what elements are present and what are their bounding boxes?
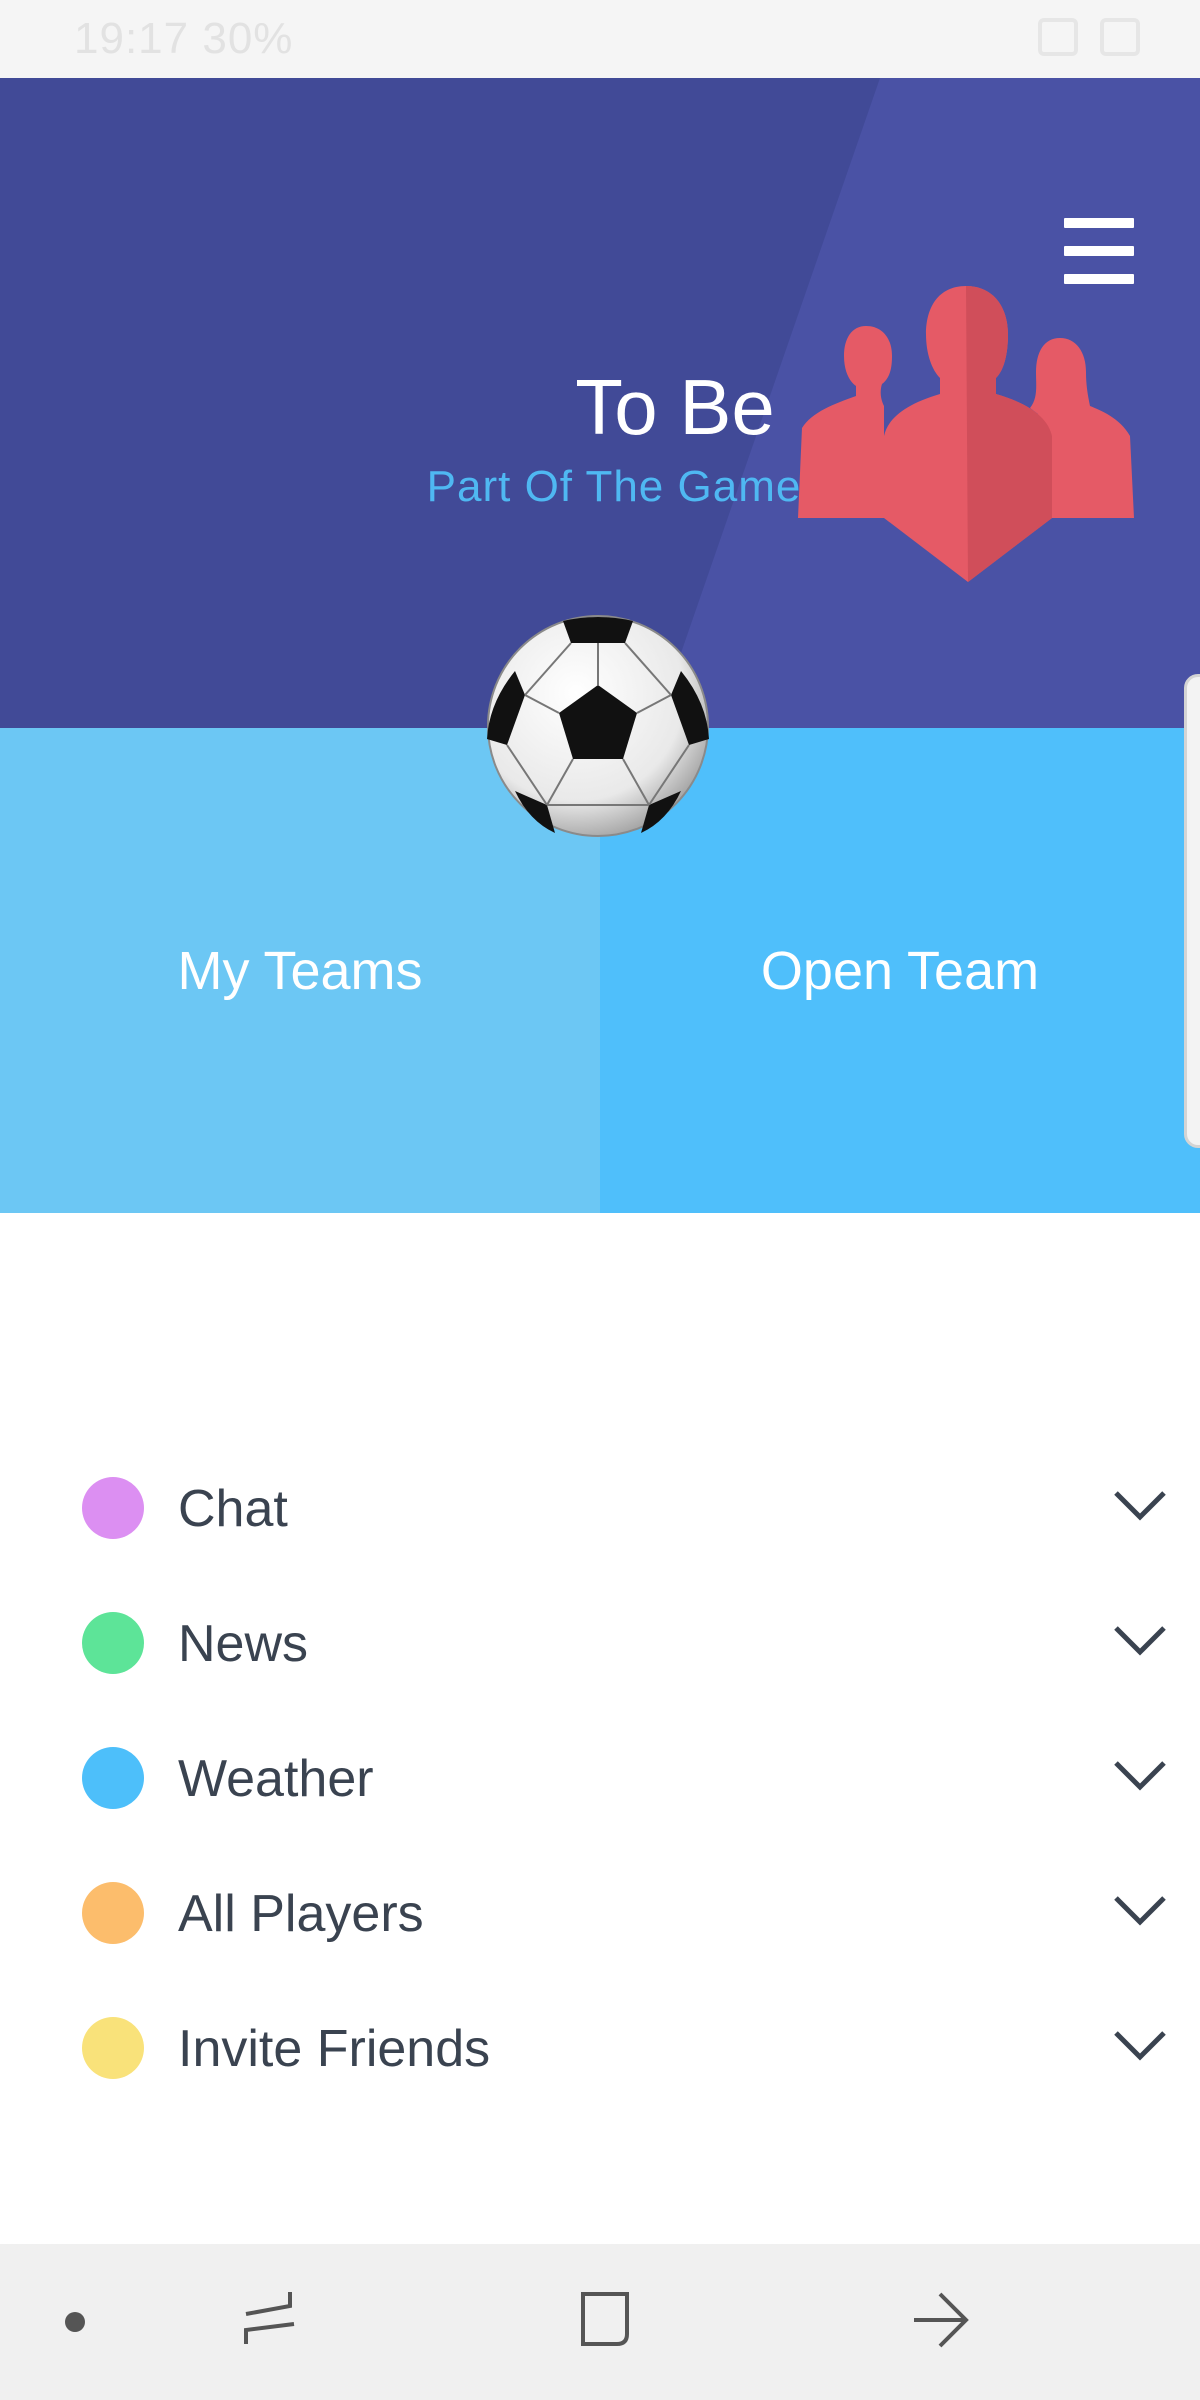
chevron-down-icon[interactable] [1112, 1759, 1168, 1791]
menu-item-news[interactable]: News [0, 1580, 1200, 1700]
menu-item-label: Invite Friends [178, 2020, 491, 2078]
my-teams-label: My Teams [177, 940, 423, 1001]
battery-percent: 30% [202, 14, 294, 63]
chevron-down-icon[interactable] [1112, 1489, 1168, 1521]
menu-item-all-players[interactable]: All Players [0, 1850, 1200, 1970]
status-icons [1038, 18, 1140, 56]
menu-item-label: News [178, 1615, 309, 1673]
chevron-down-icon[interactable] [1112, 1624, 1168, 1656]
soccer-ball-icon [487, 615, 709, 837]
status-time: 19:17 30% [74, 14, 294, 63]
open-team-label: Open Team [760, 940, 1040, 1001]
all-players-dot-icon [82, 1882, 144, 1944]
nav-dot-indicator [65, 2312, 85, 2332]
chevron-down-icon[interactable] [1112, 1894, 1168, 1926]
gallery-icon [1100, 18, 1140, 56]
edge-panel-handle[interactable] [1184, 674, 1200, 1148]
team-people-icon [798, 286, 1134, 582]
system-nav-bar [0, 2244, 1200, 2400]
menu-item-label: Chat [178, 1480, 288, 1538]
status-bar: 19:17 30% [0, 0, 1200, 78]
menu-item-label: Weather [178, 1750, 374, 1808]
chat-dot-icon [82, 1477, 144, 1539]
menu-item-label: All Players [178, 1885, 424, 1943]
recent-apps-icon[interactable] [240, 2284, 300, 2354]
hamburger-menu-icon[interactable] [1064, 218, 1134, 284]
chevron-down-icon[interactable] [1112, 2029, 1168, 2061]
home-icon[interactable] [575, 2284, 635, 2354]
menu-item-invite-friends[interactable]: Invite Friends [0, 1985, 1200, 2105]
news-dot-icon [82, 1612, 144, 1674]
weather-dot-icon [82, 1747, 144, 1809]
notification-icon [1038, 18, 1078, 56]
invite-friends-dot-icon [82, 2017, 144, 2079]
menu-item-chat[interactable]: Chat [0, 1445, 1200, 1565]
menu-item-weather[interactable]: Weather [0, 1715, 1200, 1835]
back-icon[interactable] [910, 2284, 970, 2354]
